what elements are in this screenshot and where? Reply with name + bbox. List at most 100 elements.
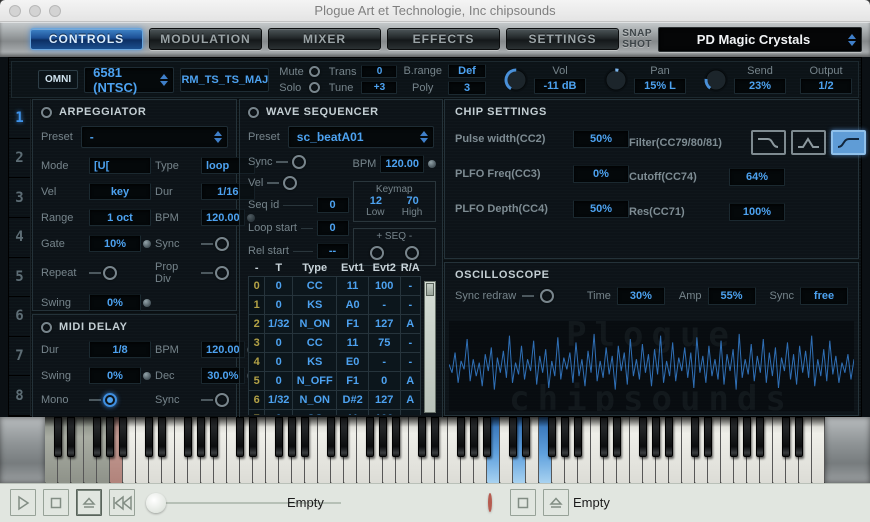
- black-key[interactable]: [301, 417, 309, 457]
- bandpass-filter-button[interactable]: [791, 130, 826, 155]
- midi-delay-enable-toggle[interactable]: [41, 322, 52, 333]
- white-key[interactable]: [812, 417, 825, 483]
- black-key[interactable]: [691, 417, 699, 457]
- black-key[interactable]: [340, 417, 348, 457]
- table-cell[interactable]: A: [400, 372, 420, 391]
- channel-8[interactable]: 8: [9, 376, 30, 416]
- plfo-depth-value[interactable]: 50%: [573, 200, 629, 218]
- arp-repeat-toggle[interactable]: [103, 266, 117, 280]
- table-cell[interactable]: KS: [293, 353, 337, 372]
- black-key[interactable]: [184, 417, 192, 457]
- record-eject-button[interactable]: [543, 489, 569, 516]
- ws-relstart-value[interactable]: --: [317, 243, 349, 259]
- black-key[interactable]: [574, 417, 582, 457]
- black-key[interactable]: [548, 417, 556, 457]
- table-cell[interactable]: 0: [265, 296, 293, 315]
- eject-button[interactable]: [76, 489, 102, 516]
- omni-button[interactable]: OMNI: [38, 70, 78, 89]
- black-key[interactable]: [418, 417, 426, 457]
- tab-modulation[interactable]: MODULATION: [149, 28, 262, 50]
- solo-toggle[interactable]: [309, 82, 320, 93]
- up-down-arrows-icon[interactable]: [420, 131, 428, 143]
- arp-propdiv-toggle[interactable]: [215, 266, 229, 280]
- table-cell[interactable]: 0: [368, 372, 400, 391]
- table-cell[interactable]: E0: [337, 353, 369, 372]
- pulse-width-value[interactable]: 50%: [573, 130, 629, 148]
- black-key[interactable]: [522, 417, 530, 457]
- black-key[interactable]: [145, 417, 153, 457]
- table-cell[interactable]: 4: [249, 353, 265, 372]
- table-cell[interactable]: -: [400, 277, 420, 296]
- seq-add-button[interactable]: [370, 246, 384, 260]
- ws-sync-toggle[interactable]: [292, 155, 306, 169]
- arp-sync-toggle[interactable]: [215, 237, 229, 251]
- black-key[interactable]: [561, 417, 569, 457]
- ws-loopstart-value[interactable]: 0: [317, 220, 349, 236]
- table-cell[interactable]: -: [400, 334, 420, 353]
- vol-value[interactable]: -11 dB: [534, 78, 586, 94]
- table-cell[interactable]: -: [400, 296, 420, 315]
- black-key[interactable]: [782, 417, 790, 457]
- play-button[interactable]: [10, 489, 36, 516]
- brange-value[interactable]: Def: [448, 64, 486, 78]
- table-cell[interactable]: D#2: [337, 391, 369, 410]
- device-dropdown[interactable]: 6581 (NTSC): [84, 67, 174, 93]
- table-cell[interactable]: 1/32: [265, 391, 293, 410]
- black-key[interactable]: [665, 417, 673, 457]
- ws-bpm-value[interactable]: 120.00: [380, 155, 424, 173]
- arp-swing-value[interactable]: 0%: [89, 294, 141, 311]
- table-cell[interactable]: 100: [368, 277, 400, 296]
- channel-5[interactable]: 5: [9, 258, 30, 298]
- arp-vel-value[interactable]: key: [89, 183, 151, 200]
- send-knob[interactable]: [702, 66, 730, 94]
- wave-sequencer-enable-toggle[interactable]: [248, 107, 259, 118]
- black-key[interactable]: [392, 417, 400, 457]
- mapping-button[interactable]: RM_TS_TS_MAJ: [180, 68, 269, 92]
- mute-toggle[interactable]: [309, 66, 320, 77]
- black-key[interactable]: [483, 417, 491, 457]
- channel-3[interactable]: 3: [9, 178, 30, 218]
- table-cell[interactable]: N_ON: [293, 315, 337, 334]
- black-key[interactable]: [158, 417, 166, 457]
- trans-value[interactable]: 0: [361, 65, 397, 78]
- keymap-high-value[interactable]: 70: [407, 195, 419, 207]
- black-key[interactable]: [704, 417, 712, 457]
- table-cell[interactable]: N_ON: [293, 391, 337, 410]
- black-key[interactable]: [431, 417, 439, 457]
- black-key[interactable]: [795, 417, 803, 457]
- output-value[interactable]: 1/2: [800, 78, 852, 94]
- black-key[interactable]: [106, 417, 114, 457]
- tab-controls[interactable]: CONTROLS: [30, 28, 143, 50]
- table-cell[interactable]: F1: [337, 315, 369, 334]
- channel-2[interactable]: 2: [9, 139, 30, 179]
- black-key[interactable]: [197, 417, 205, 457]
- delay-swing-value[interactable]: 0%: [89, 367, 141, 384]
- table-cell[interactable]: -: [368, 296, 400, 315]
- table-cell[interactable]: 11: [337, 277, 369, 296]
- table-cell[interactable]: 1/32: [265, 315, 293, 334]
- seq-remove-button[interactable]: [405, 246, 419, 260]
- table-cell[interactable]: 0: [265, 410, 293, 416]
- black-key[interactable]: [600, 417, 608, 457]
- channel-6[interactable]: 6: [9, 297, 30, 337]
- record-stop-button[interactable]: [510, 489, 536, 516]
- tab-effects[interactable]: EFFECTS: [387, 28, 500, 50]
- black-key[interactable]: [327, 417, 335, 457]
- channel-4[interactable]: 4: [9, 218, 30, 258]
- arp-range-value[interactable]: 1 oct: [89, 209, 151, 226]
- delay-mono-toggle[interactable]: [103, 393, 117, 407]
- send-value[interactable]: 23%: [734, 78, 786, 94]
- table-cell[interactable]: A0: [337, 296, 369, 315]
- lowpass-filter-button[interactable]: [751, 130, 786, 155]
- rewind-button[interactable]: [109, 489, 135, 516]
- pan-knob[interactable]: [602, 66, 630, 94]
- black-key[interactable]: [366, 417, 374, 457]
- table-cell[interactable]: -: [400, 410, 420, 416]
- black-key[interactable]: [652, 417, 660, 457]
- table-cell[interactable]: 7: [249, 410, 265, 416]
- table-cell[interactable]: 3: [249, 334, 265, 353]
- table-cell[interactable]: 11: [337, 334, 369, 353]
- black-key[interactable]: [93, 417, 101, 457]
- table-cell[interactable]: 127: [368, 315, 400, 334]
- table-cell[interactable]: 2: [249, 315, 265, 334]
